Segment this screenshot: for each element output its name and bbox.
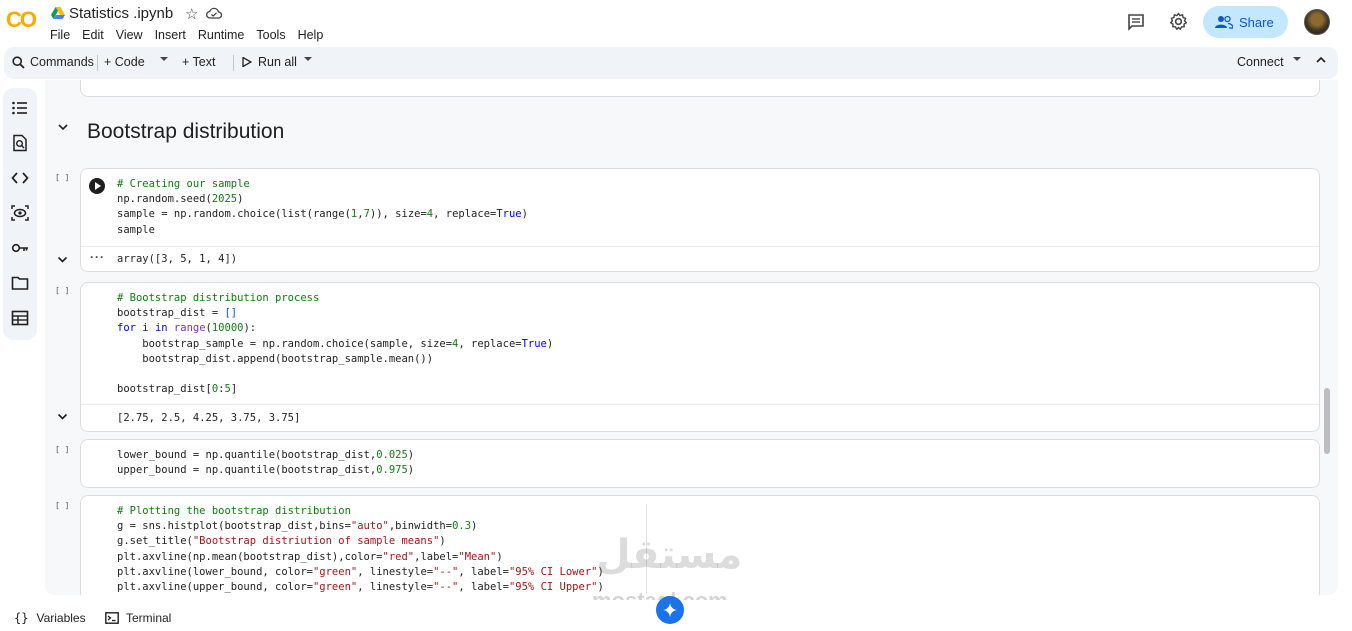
code-snippets-icon[interactable]	[11, 169, 29, 187]
sparkle-icon	[663, 603, 677, 617]
menu-insert[interactable]: Insert	[155, 28, 186, 42]
add-code-button[interactable]: + Code	[104, 55, 145, 69]
collapse-output-icon[interactable]	[57, 413, 68, 420]
cloud-saved-icon[interactable]	[206, 7, 222, 19]
gemini-button[interactable]	[656, 596, 684, 624]
section-heading: Bootstrap distribution	[87, 120, 285, 143]
play-icon	[242, 57, 252, 67]
top-header: CO Statistics .ipynb ☆ File Edit View In…	[0, 0, 1352, 46]
terminal-label: Terminal	[126, 611, 172, 625]
caret-down-icon	[1293, 57, 1301, 61]
add-text-button[interactable]: + Text	[182, 55, 215, 69]
output-divider	[81, 404, 1319, 405]
settings-gear-icon[interactable]	[1169, 12, 1188, 31]
menu-file[interactable]: File	[50, 28, 70, 42]
braces-icon: {}	[14, 611, 29, 625]
cell-output: array([3, 5, 1, 4])	[117, 253, 238, 265]
code-line: # Creating our sample	[117, 178, 250, 190]
cell-code[interactable]: # Creating our sample np.random.seed(202…	[117, 177, 528, 238]
collapse-toolbar-button[interactable]	[1316, 56, 1326, 63]
secrets-key-icon[interactable]	[11, 239, 29, 257]
variables-inspector-icon[interactable]	[11, 204, 29, 222]
output-divider	[81, 246, 1319, 247]
cell-code[interactable]: # Bootstrap distribution process bootstr…	[117, 291, 553, 397]
share-button[interactable]: Share	[1203, 6, 1288, 38]
previous-cell-bottom[interactable]	[80, 80, 1320, 97]
connect-button[interactable]: Connect	[1237, 55, 1284, 69]
vertical-scrollbar[interactable]	[1324, 388, 1330, 454]
code-cell[interactable]: # Bootstrap distribution process bootstr…	[80, 282, 1320, 432]
caret-down-icon	[160, 57, 168, 61]
cell-output: [2.75, 2.5, 4.25, 3.75, 3.75]	[117, 412, 301, 424]
menu-edit[interactable]: Edit	[82, 28, 104, 42]
execution-count: [ ]	[55, 501, 70, 510]
share-label: Share	[1239, 14, 1274, 30]
menu-help[interactable]: Help	[298, 28, 324, 42]
execution-count: [ ]	[55, 286, 70, 295]
terminal-button[interactable]: Terminal	[105, 611, 171, 625]
code-cell[interactable]: # Creating our sample np.random.seed(202…	[80, 168, 1320, 272]
star-icon[interactable]: ☆	[185, 5, 198, 23]
commands-label: Commands	[30, 55, 94, 69]
comment-icon[interactable]	[1127, 13, 1145, 31]
menu-tools[interactable]: Tools	[256, 28, 285, 42]
collapse-section-icon[interactable]	[57, 123, 69, 131]
caret-down-icon	[304, 57, 312, 61]
notebook-toolbar: Commands + Code + Text Run all Connect	[4, 47, 1338, 79]
data-table-icon[interactable]	[11, 309, 29, 327]
execution-count: [ ]	[55, 173, 70, 182]
run-all-label: Run all	[258, 55, 297, 69]
variables-label: Variables	[36, 611, 86, 625]
add-text-label: + Text	[182, 55, 216, 69]
files-folder-icon[interactable]	[11, 274, 29, 292]
execution-count: [ ]	[55, 445, 70, 454]
collapse-output-icon[interactable]	[57, 256, 68, 263]
menu-view[interactable]: View	[116, 28, 143, 42]
watermark-arabic: مستقل	[596, 532, 743, 578]
code-line: # Plotting the bootstrap distribution	[117, 505, 351, 517]
notebook-main: Bootstrap distribution [ ] # Creating ou…	[45, 80, 1338, 595]
commands-button[interactable]: Commands	[12, 55, 94, 69]
table-of-contents-icon[interactable]	[11, 99, 29, 117]
chevron-up-icon	[1316, 56, 1326, 63]
menu-bar: File Edit View Insert Runtime Tools Help	[50, 28, 335, 42]
code-cell[interactable]: lower_bound = np.quantile(bootstrap_dist…	[80, 439, 1320, 488]
user-avatar[interactable]	[1304, 9, 1330, 35]
cell-code[interactable]: # Plotting the bootstrap distribution g …	[117, 504, 604, 595]
code-line: # Bootstrap distribution process	[117, 292, 320, 304]
people-icon	[1215, 15, 1233, 29]
connect-dropdown[interactable]	[1293, 56, 1301, 62]
code-dropdown[interactable]	[160, 56, 168, 62]
run-all-dropdown[interactable]	[304, 56, 312, 62]
connect-label: Connect	[1237, 55, 1284, 69]
terminal-icon	[105, 612, 119, 624]
toolbar-divider	[233, 55, 234, 71]
cell-code[interactable]: lower_bound = np.quantile(bootstrap_dist…	[117, 448, 414, 478]
side-rail	[3, 88, 37, 340]
run-cell-button[interactable]	[89, 178, 105, 194]
colab-logo[interactable]: CO	[6, 7, 40, 33]
find-replace-icon[interactable]	[11, 134, 29, 152]
run-all-button[interactable]: Run all	[242, 55, 297, 69]
menu-runtime[interactable]: Runtime	[198, 28, 245, 42]
google-drive-icon	[51, 7, 65, 19]
variables-button[interactable]: {} Variables	[14, 611, 86, 625]
add-code-label: + Code	[104, 55, 145, 69]
toolbar-divider	[97, 55, 98, 71]
search-icon	[12, 55, 25, 69]
notebook-title[interactable]: Statistics .ipynb	[69, 5, 173, 22]
output-menu-icon[interactable]: ···	[90, 250, 105, 264]
